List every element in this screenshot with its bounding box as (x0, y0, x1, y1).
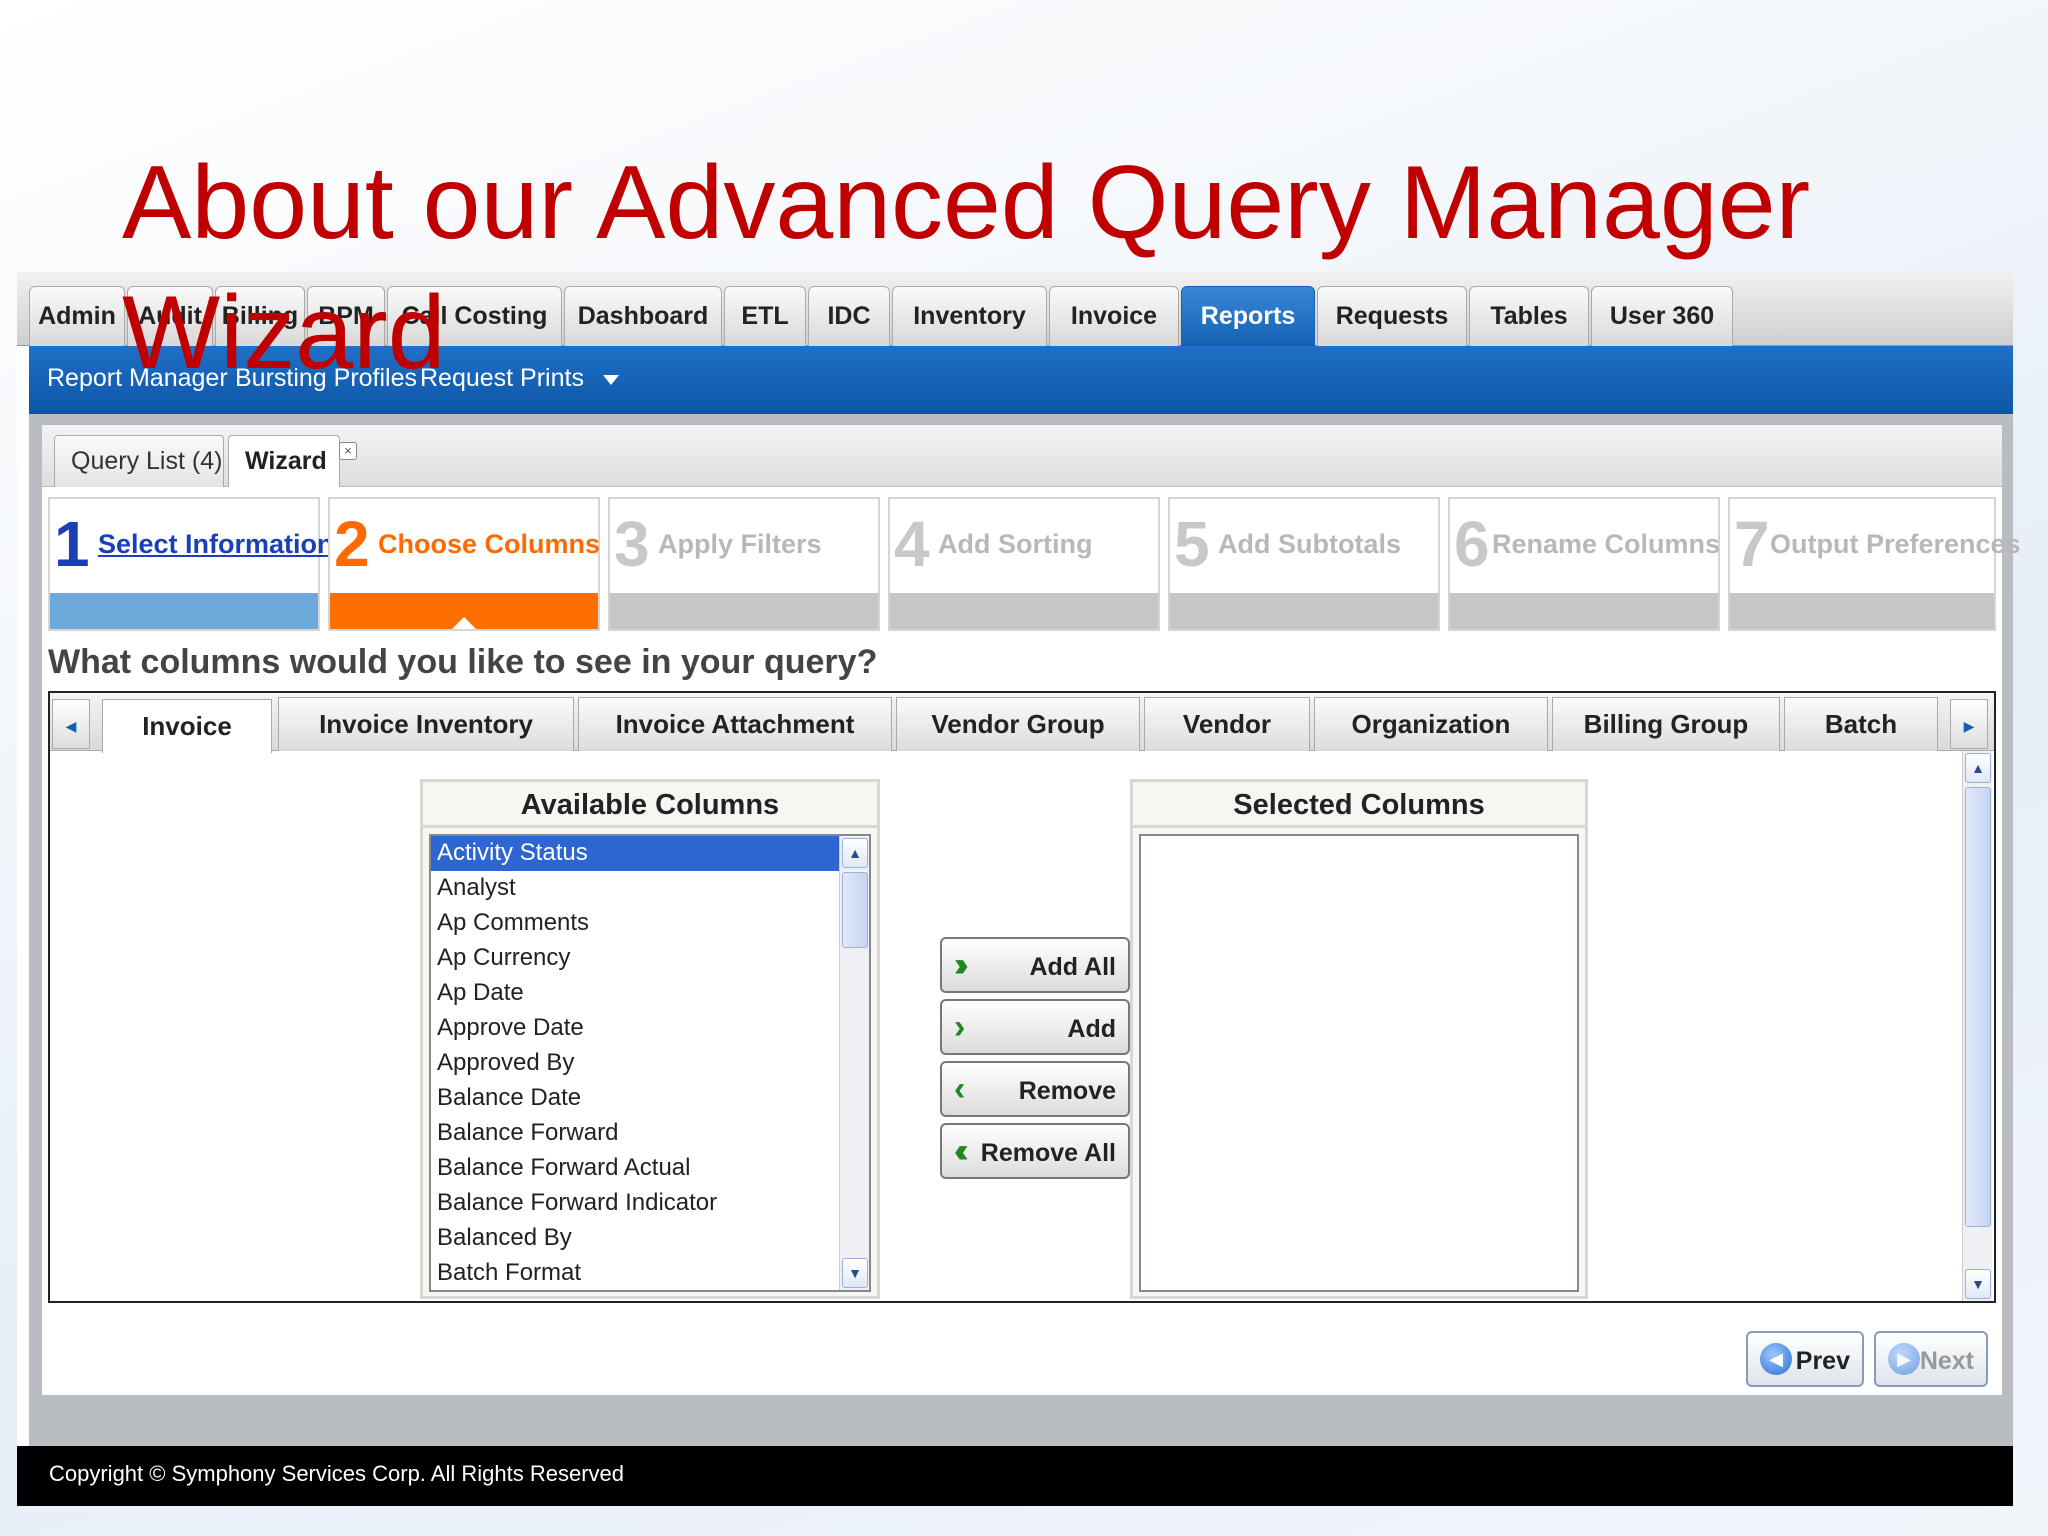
step-number: 7 (1734, 508, 1770, 580)
entity-tab-container: ◀ Invoice Invoice Inventory Invoice Atta… (48, 691, 1996, 1303)
step-number: 1 (54, 508, 90, 580)
tab-admin[interactable]: Admin (29, 286, 125, 346)
chevron-left-icon: ‹ (954, 1070, 966, 1108)
step-apply-filters[interactable]: 3 Apply Filters (608, 497, 880, 631)
entity-tab-organization[interactable]: Organization (1314, 697, 1548, 751)
entity-tab-invoice-inventory[interactable]: Invoice Inventory (278, 697, 574, 751)
arrow-left-icon: ◀ (1760, 1343, 1792, 1375)
step-progress-bar (50, 593, 318, 629)
slide-title-line1: About our Advanced Query Manager (122, 145, 1811, 261)
step-label: Output Preferences (1770, 529, 2021, 559)
step-label: Add Subtotals (1218, 529, 1401, 559)
step-rename-columns[interactable]: 6 Rename Columns (1448, 497, 1720, 631)
tab-wizard-label: Wizard (245, 447, 327, 475)
double-chevron-right-icon: ›› (954, 946, 968, 984)
step-label: Add Sorting (938, 529, 1093, 559)
step-number: 4 (894, 508, 930, 580)
list-item[interactable]: Analyst (431, 871, 869, 906)
chevron-up-icon[interactable]: ▲ (842, 838, 868, 868)
scroll-thumb[interactable] (842, 872, 868, 948)
wizard-panel: Query List (4) Wizard × 1 Select Informa… (41, 424, 2021, 1396)
footer-copyright: Copyright © Symphony Services Corp. All … (17, 1446, 2013, 1506)
add-all-label: Add All (1029, 953, 1116, 981)
remove-all-label: Remove All (980, 1139, 1116, 1167)
available-columns-list[interactable]: Activity Status Analyst Ap Comments Ap C… (429, 834, 871, 1292)
next-button[interactable]: ▶ Next (1874, 1331, 1988, 1387)
list-item[interactable]: Ap Comments (431, 906, 869, 941)
selected-columns-list[interactable] (1139, 834, 1579, 1292)
step-number: 2 (334, 508, 370, 580)
list-item[interactable]: Activity Status (431, 836, 869, 871)
available-scrollbar[interactable]: ▲ ▼ (839, 836, 869, 1290)
selected-columns-panel: Selected Columns (1130, 779, 1588, 1299)
prev-label: Prev (1795, 1347, 1850, 1375)
step-progress-bar (1450, 593, 1718, 629)
list-item[interactable]: Balance Forward Actual (431, 1151, 869, 1186)
entity-tab-invoice-attachment[interactable]: Invoice Attachment (578, 697, 892, 751)
step-number: 3 (614, 508, 650, 580)
scroll-right-icon[interactable]: ▶ (1950, 699, 1988, 749)
step-select-information[interactable]: 1 Select Information (48, 497, 334, 631)
query-tabs: Query List (4) Wizard × (42, 425, 2002, 487)
list-item[interactable]: Balanced By (431, 1221, 869, 1256)
step-add-subtotals[interactable]: 5 Add Subtotals (1168, 497, 1440, 631)
list-item[interactable]: Balance Forward (431, 1116, 869, 1151)
list-item[interactable]: Approved By (431, 1046, 869, 1081)
tab-query-list[interactable]: Query List (4) (54, 435, 224, 487)
entity-tab-billing-group[interactable]: Billing Group (1552, 697, 1780, 751)
step-progress-bar (1730, 593, 1994, 629)
close-icon[interactable]: × (339, 442, 357, 460)
arrow-right-icon: ▶ (1888, 1343, 1920, 1375)
entity-tab-batch[interactable]: Batch (1784, 697, 1938, 751)
slide-title-line2: Wizard (122, 275, 446, 391)
tab-wizard[interactable]: Wizard × (228, 435, 357, 487)
content-scrollbar[interactable]: ▲ ▼ (1962, 751, 1992, 1301)
list-item[interactable]: Ap Date (431, 976, 869, 1011)
step-output-preferences[interactable]: 7 Output Preferences (1728, 497, 2021, 631)
chevron-up-icon[interactable]: ▲ (1965, 753, 1991, 783)
step-label[interactable]: Select Information (98, 529, 334, 560)
available-columns-header: Available Columns (423, 782, 877, 828)
step-progress-bar (610, 593, 878, 629)
step-question: What columns would you like to see in yo… (48, 643, 878, 681)
selected-columns-header: Selected Columns (1133, 782, 1585, 828)
scroll-thumb[interactable] (1965, 787, 1991, 1227)
step-number: 6 (1454, 508, 1490, 580)
step-add-sorting[interactable]: 4 Add Sorting (888, 497, 1160, 631)
available-columns-panel: Available Columns Activity Status Analys… (420, 779, 880, 1299)
step-choose-columns[interactable]: 2 Choose Columns (328, 497, 600, 631)
slide-title: About our Advanced Query Manager Wizard (122, 138, 1882, 398)
double-chevron-left-icon: ‹‹ (954, 1132, 968, 1170)
app-window: Admin Audit Billing BPM Call Costing Das… (17, 272, 2021, 1506)
entity-tab-vendor[interactable]: Vendor (1144, 697, 1310, 751)
add-label: Add (1067, 1015, 1116, 1043)
scroll-left-icon[interactable]: ◀ (52, 699, 90, 749)
remove-all-button[interactable]: ‹‹ Remove All (940, 1123, 1130, 1179)
step-number: 5 (1174, 508, 1210, 580)
chevron-down-icon[interactable]: ▼ (842, 1258, 868, 1288)
list-item[interactable]: Ap Currency (431, 941, 869, 976)
remove-button[interactable]: ‹ Remove (940, 1061, 1130, 1117)
add-button[interactable]: › Add (940, 999, 1130, 1055)
step-label: Rename Columns (1492, 529, 1721, 559)
step-label: Apply Filters (658, 529, 822, 559)
list-item[interactable]: Approve Date (431, 1011, 869, 1046)
step-progress-bar (890, 593, 1158, 629)
list-item[interactable]: Balance Date (431, 1081, 869, 1116)
list-item[interactable]: Batch Format (431, 1256, 869, 1290)
next-label: Next (1919, 1347, 1974, 1375)
list-item[interactable]: Balance Forward Indicator (431, 1186, 869, 1221)
remove-label: Remove (1018, 1077, 1116, 1105)
step-progress-bar (330, 593, 598, 629)
step-label: Choose Columns (378, 529, 601, 559)
entity-tab-vendor-group[interactable]: Vendor Group (896, 697, 1140, 751)
prev-button[interactable]: ◀ Prev (1746, 1331, 1864, 1387)
entity-tab-invoice[interactable]: Invoice (102, 699, 272, 753)
add-all-button[interactable]: ›› Add All (940, 937, 1130, 993)
step-progress-bar (1170, 593, 1438, 629)
entity-tabs: ◀ Invoice Invoice Inventory Invoice Atta… (50, 693, 1994, 753)
chevron-down-icon[interactable]: ▼ (1965, 1269, 1991, 1299)
chevron-right-icon: › (954, 1008, 966, 1046)
